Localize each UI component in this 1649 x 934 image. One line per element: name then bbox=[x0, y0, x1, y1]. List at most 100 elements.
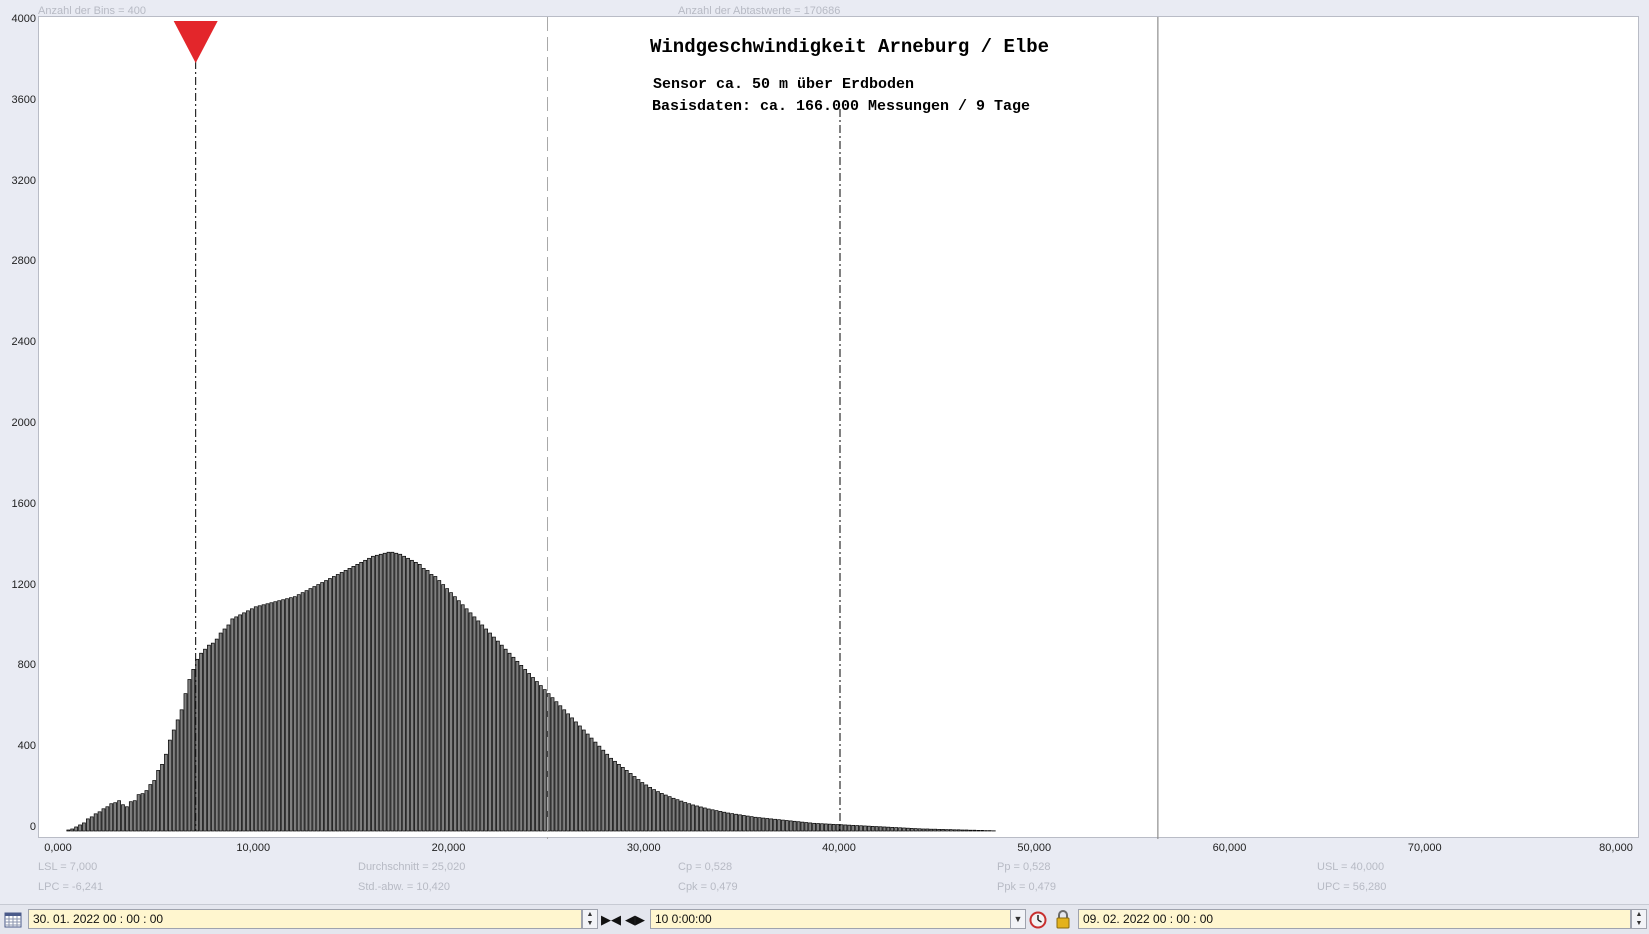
histogram-bar bbox=[79, 825, 82, 831]
histogram-bar bbox=[785, 821, 788, 832]
histogram-bar bbox=[348, 568, 351, 831]
lsl-marker-icon[interactable] bbox=[174, 21, 218, 63]
histogram-bar bbox=[602, 750, 605, 831]
histogram-bar bbox=[309, 589, 312, 831]
histogram-bar bbox=[504, 649, 507, 831]
histogram-bar bbox=[430, 574, 433, 831]
histogram-bar bbox=[637, 779, 640, 831]
histogram-bar bbox=[887, 827, 890, 831]
stat-lsl: LSL = 7,000 bbox=[38, 861, 97, 873]
histogram-bar bbox=[410, 560, 413, 831]
histogram-bar bbox=[770, 819, 773, 831]
histogram-bar bbox=[668, 797, 671, 831]
spin-down-icon[interactable]: ▼ bbox=[1632, 919, 1646, 928]
histogram-bar bbox=[938, 829, 941, 831]
histogram-bar bbox=[625, 770, 628, 831]
x-tick-label: 0,000 bbox=[44, 842, 72, 854]
histogram-bar bbox=[844, 825, 847, 831]
histogram-bar bbox=[571, 718, 574, 831]
histogram-bar bbox=[75, 827, 78, 831]
histogram-bar bbox=[945, 830, 948, 831]
histogram-bar bbox=[266, 604, 269, 831]
histogram-bar bbox=[106, 807, 109, 831]
histogram-bar bbox=[594, 742, 597, 831]
histogram-bar bbox=[953, 830, 956, 831]
histogram-bar bbox=[161, 764, 164, 831]
histogram-bar bbox=[598, 746, 601, 831]
histogram-bar bbox=[297, 595, 300, 831]
chart-subtitle-sensor: Sensor ca. 50 m über Erdboden bbox=[653, 76, 914, 93]
histogram-bar bbox=[188, 680, 191, 832]
histogram-bar bbox=[438, 581, 441, 831]
duration-select[interactable]: 10 0:00:00 bbox=[650, 909, 1013, 929]
histogram-bar bbox=[453, 597, 456, 831]
histogram-bar bbox=[633, 776, 636, 831]
x-tick-label: 40,000 bbox=[822, 842, 856, 854]
histogram-bar bbox=[778, 820, 781, 831]
histogram-bar bbox=[477, 621, 480, 831]
calendar-icon[interactable] bbox=[4, 911, 22, 928]
histogram-bar bbox=[820, 824, 823, 831]
histogram-bar bbox=[832, 824, 835, 831]
duration-dropdown-icon[interactable]: ▼ bbox=[1010, 909, 1026, 929]
histogram-bar bbox=[875, 827, 878, 831]
histogram-bar bbox=[168, 740, 171, 831]
histogram-bar bbox=[957, 830, 960, 831]
histogram-bar bbox=[383, 553, 386, 831]
histogram-bar bbox=[368, 558, 371, 831]
histogram-bar bbox=[645, 785, 648, 831]
lock-icon[interactable] bbox=[1055, 910, 1071, 929]
histogram-plot-area[interactable] bbox=[38, 16, 1639, 838]
histogram-bar bbox=[203, 649, 206, 831]
histogram-bar bbox=[809, 823, 812, 831]
histogram-bar bbox=[317, 585, 320, 831]
histogram-bar bbox=[524, 669, 527, 831]
end-date-input[interactable]: 09. 02. 2022 00 : 00 : 00 bbox=[1078, 909, 1631, 929]
histogram-bar bbox=[481, 625, 484, 831]
histogram-bar bbox=[539, 686, 542, 831]
histogram-bar bbox=[563, 710, 566, 831]
histogram-bar bbox=[227, 625, 230, 831]
histogram-bar bbox=[817, 824, 820, 831]
histogram-bar bbox=[789, 821, 792, 831]
spin-up-icon[interactable]: ▲ bbox=[583, 910, 597, 919]
histogram-bar bbox=[567, 714, 570, 831]
histogram-bar bbox=[145, 791, 148, 831]
expand-range-icon[interactable]: ◀▶ bbox=[623, 910, 647, 929]
x-tick-label: 60,000 bbox=[1213, 842, 1247, 854]
stat-usl: USL = 40,000 bbox=[1317, 861, 1384, 873]
histogram-bar bbox=[508, 653, 511, 831]
histogram-bar bbox=[141, 794, 144, 831]
y-tick-label: 2400 bbox=[0, 336, 36, 348]
histogram-bar bbox=[387, 552, 390, 831]
histogram-bar bbox=[836, 825, 839, 831]
histogram-bar bbox=[516, 661, 519, 831]
start-date-spinner[interactable]: ▲ ▼ bbox=[582, 909, 598, 929]
histogram-bar bbox=[906, 828, 909, 831]
histogram-bar bbox=[469, 613, 472, 831]
histogram-bar bbox=[664, 795, 667, 831]
histogram-bar bbox=[403, 556, 406, 831]
histogram-bar bbox=[426, 570, 429, 831]
histogram-bar bbox=[90, 817, 93, 831]
histogram-bar bbox=[434, 576, 437, 831]
end-date-spinner[interactable]: ▲ ▼ bbox=[1631, 909, 1647, 929]
spin-down-icon[interactable]: ▼ bbox=[583, 919, 597, 928]
shrink-range-icon[interactable]: ▶◀ bbox=[599, 910, 623, 929]
histogram-bar bbox=[254, 607, 257, 831]
histogram-bar bbox=[121, 805, 124, 831]
start-date-input[interactable]: 30. 01. 2022 00 : 00 : 00 bbox=[28, 909, 582, 929]
spin-up-icon[interactable]: ▲ bbox=[1632, 910, 1646, 919]
histogram-bar bbox=[801, 822, 804, 831]
histogram-bar bbox=[793, 821, 796, 831]
histogram-bar bbox=[590, 738, 593, 831]
histogram-bar bbox=[723, 812, 726, 831]
clock-icon[interactable] bbox=[1029, 911, 1047, 929]
y-tick-label: 1200 bbox=[0, 579, 36, 591]
histogram-bar bbox=[86, 819, 89, 831]
histogram-bar bbox=[461, 605, 464, 831]
histogram-bar bbox=[543, 690, 546, 831]
histogram-bar bbox=[918, 829, 921, 831]
histogram-bar bbox=[610, 758, 613, 831]
histogram-bar bbox=[270, 603, 273, 831]
